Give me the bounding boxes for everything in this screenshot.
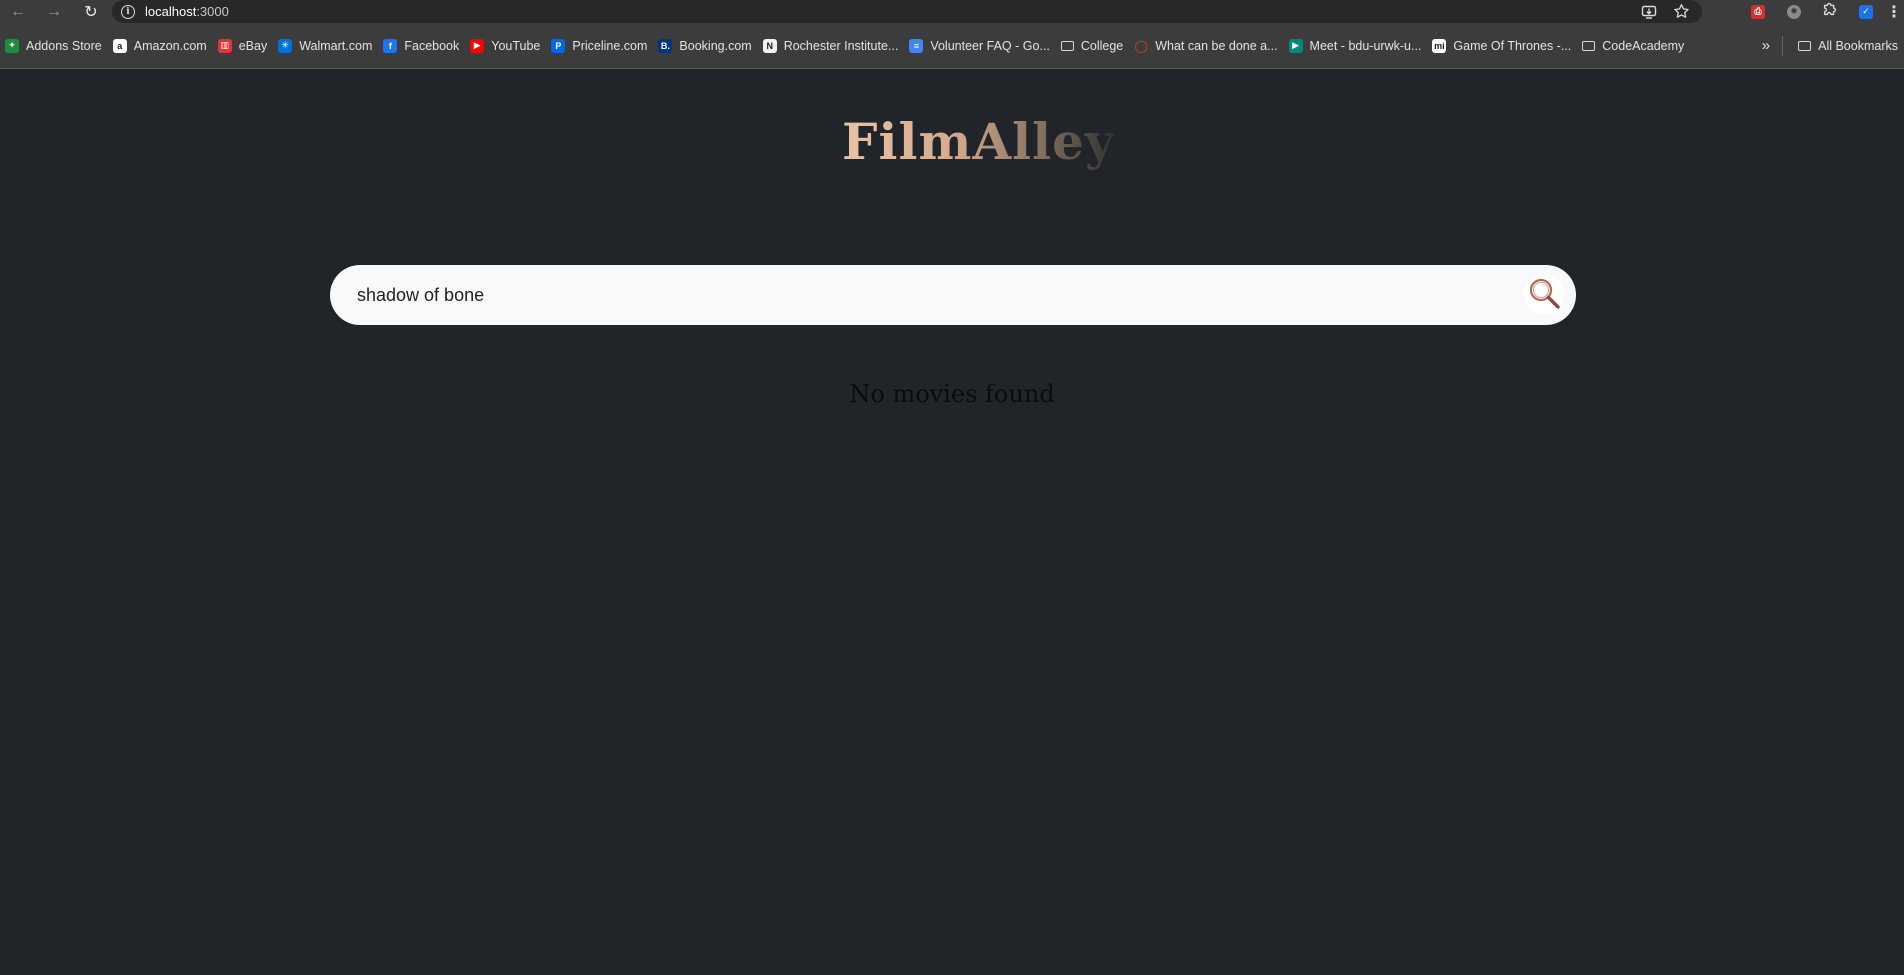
magnifier-icon (1527, 276, 1561, 315)
bookmark-label: Addons Store (26, 38, 102, 53)
bookmarks-divider (1782, 35, 1784, 56)
bookmark-item[interactable]: P Priceline.com (546, 32, 653, 60)
bookmark-label: Game Of Thrones -... (1453, 38, 1572, 53)
bookmark-label: Volunteer FAQ - Go... (930, 38, 1050, 53)
walmart-icon: ✳ (278, 38, 293, 53)
check-shield-icon: ✓ (1859, 4, 1873, 19)
bookmark-item[interactable]: N Rochester Institute... (758, 32, 905, 60)
gear-extension-icon: ✹ (1787, 4, 1801, 19)
back-button[interactable]: ← (0, 0, 36, 23)
extensions-area: ⎙ ✹ ✓ ⋮ (1740, 0, 1904, 23)
bookmark-label: Facebook (404, 38, 460, 53)
site-info-icon[interactable]: i (121, 4, 135, 19)
extension-pdf[interactable]: ⎙ (1740, 0, 1776, 23)
search-input[interactable] (355, 274, 1509, 316)
bookmark-label: College (1080, 38, 1124, 53)
youtube-icon: ▶ (470, 38, 485, 53)
address-bar-actions (1640, 0, 1690, 23)
all-bookmarks-button[interactable]: All Bookmarks (1793, 32, 1904, 60)
facebook-icon: f (383, 38, 398, 53)
url-host: localhost (145, 4, 197, 19)
bookmarks-bar: ✦ Addons Store a Amazon.com ▥ eBay ✳ Walmart.co… (0, 23, 1904, 69)
bookmark-label: Rochester Institute... (783, 38, 899, 53)
bookmark-star-icon[interactable] (1672, 3, 1690, 21)
priceline-icon: P (551, 38, 566, 53)
bookmark-item[interactable]: ✳ Walmart.com (273, 32, 378, 60)
bookmark-item[interactable]: CodeAcademy (1577, 32, 1690, 60)
bookmark-item[interactable]: ▶ Meet - bdu-urwk-u... (1284, 32, 1428, 60)
more-bookmarks-chevron-icon[interactable]: » (1762, 37, 1770, 54)
browser-toolbar: ← → ↻ i localhost:3000 ⎙ ✹ ✓ ⋮ (0, 0, 1904, 23)
bookmark-item[interactable]: f Facebook (378, 32, 465, 60)
bookmark-item[interactable]: ≡ Volunteer FAQ - Go... (904, 32, 1056, 60)
folder-icon (1582, 40, 1596, 51)
bookmark-label: CodeAcademy (1602, 38, 1685, 53)
bookmark-label: Booking.com (679, 38, 752, 53)
app-logo[interactable]: FilmAlley (842, 112, 1115, 171)
no-results-message: No movies found (849, 380, 1055, 408)
rit-icon: N (762, 38, 777, 53)
extensions-menu[interactable] (1812, 0, 1848, 23)
address-bar[interactable]: i localhost:3000 (112, 0, 1702, 23)
search-button[interactable] (1524, 275, 1564, 315)
bookmark-item[interactable]: ▶ YouTube (465, 32, 546, 60)
browser-menu-button[interactable]: ⋮ (1884, 0, 1904, 23)
bookmark-label: Priceline.com (572, 38, 648, 53)
bookmark-label: Amazon.com (133, 38, 207, 53)
arrow-left-icon: ← (10, 2, 26, 20)
bookmark-label: Meet - bdu-urwk-u... (1309, 38, 1422, 53)
bookmark-label: Walmart.com (299, 38, 373, 53)
google-docs-icon: ≡ (909, 38, 924, 53)
bookmark-label: eBay (238, 38, 268, 53)
kebab-menu-icon: ⋮ (1886, 3, 1902, 21)
booking-icon: B. (658, 38, 673, 53)
addons-icon: ✦ (5, 38, 19, 53)
amazon-icon: a (112, 38, 127, 53)
bookmark-label: YouTube (491, 38, 541, 53)
google-meet-icon: ▶ (1288, 38, 1303, 53)
pdf-extension-icon: ⎙ (1751, 4, 1765, 19)
url-text: localhost:3000 (145, 4, 229, 19)
reload-button[interactable]: ↻ (72, 0, 110, 23)
folder-icon (1798, 40, 1812, 51)
bookmark-item[interactable]: mi Game Of Thrones -... (1427, 32, 1577, 60)
url-port: :3000 (196, 4, 229, 19)
puzzle-icon (1821, 0, 1839, 23)
search-bar (330, 265, 1576, 325)
bookmark-item[interactable]: ▥ eBay (213, 32, 274, 60)
all-bookmarks-label: All Bookmarks (1818, 38, 1898, 53)
bookmark-label: What can be done a... (1155, 38, 1278, 53)
reload-icon: ↻ (84, 3, 98, 21)
bookmark-item[interactable]: ◯ What can be done a... (1129, 32, 1283, 60)
forward-button[interactable]: → (36, 0, 72, 23)
ebay-icon: ▥ (217, 38, 232, 53)
mi-icon: mi (1432, 38, 1447, 53)
install-app-icon[interactable] (1640, 3, 1658, 21)
extension-gear[interactable]: ✹ (1776, 0, 1812, 23)
bookmark-item[interactable]: College (1056, 32, 1129, 60)
folder-icon (1060, 40, 1074, 51)
arrow-right-icon: → (46, 2, 62, 20)
bookmark-item[interactable]: B. Booking.com (653, 32, 757, 60)
extension-shield[interactable]: ✓ (1848, 0, 1884, 23)
speech-bubble-icon: ◯ (1134, 38, 1148, 53)
bookmark-item[interactable]: ✦ Addons Store (0, 32, 108, 60)
bookmark-item[interactable]: a Amazon.com (108, 32, 213, 60)
